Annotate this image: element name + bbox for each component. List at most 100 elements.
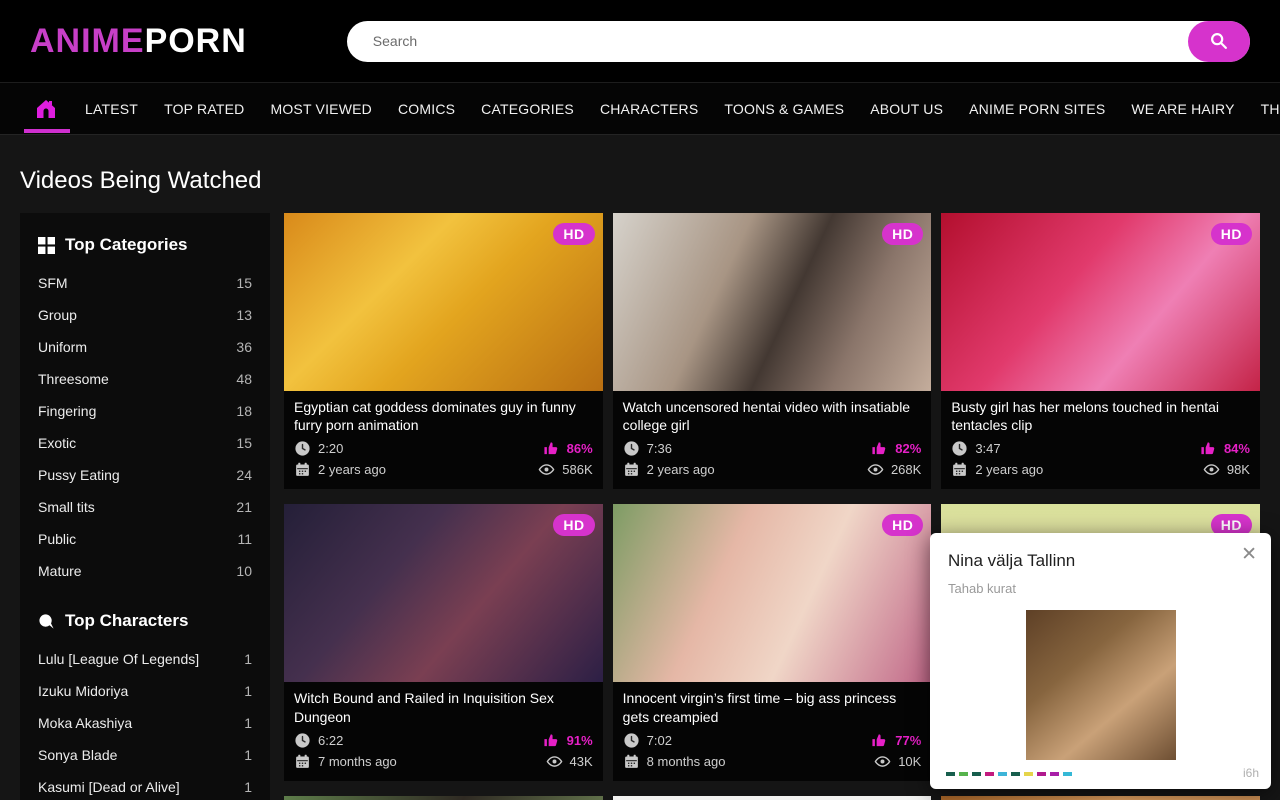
video-meta: Witch Bound and Railed in Inquisition Se… [284, 682, 603, 780]
video-duration: 2:20 [318, 441, 343, 456]
video-title[interactable]: Egyptian cat goddess dominates guy in fu… [294, 398, 593, 434]
video-thumbnail[interactable]: HD [284, 213, 603, 391]
video-duration: 3:47 [975, 441, 1000, 456]
top-characters-title: Top Characters [65, 611, 188, 631]
video-like-percent: 86% [567, 441, 593, 456]
nav-item-about-us[interactable]: ABOUT US [857, 101, 956, 117]
nav-item-toons-games[interactable]: TOONS & GAMES [711, 101, 857, 117]
nav-item-latest[interactable]: LATEST [72, 101, 151, 117]
top-categories-heading: Top Categories [38, 235, 252, 255]
ad-popup-title[interactable]: Nina välja Tallinn [948, 551, 1253, 571]
calendar-icon [623, 461, 640, 478]
video-like-percent: 84% [1224, 441, 1250, 456]
video-thumbnail[interactable]: HD [613, 213, 932, 391]
sidebar-item-small-tits[interactable]: Small tits21 [38, 491, 252, 523]
video-title[interactable]: Witch Bound and Railed in Inquisition Se… [294, 689, 593, 725]
sidebar-item-group[interactable]: Group13 [38, 299, 252, 331]
nav-item-we-are-hairy[interactable]: WE ARE HAIRY [1118, 101, 1247, 117]
sidebar-item-sfm[interactable]: SFM15 [38, 267, 252, 299]
search-button[interactable] [1188, 21, 1250, 62]
nav-item-categories[interactable]: CATEGORIES [468, 101, 587, 117]
calendar-icon [623, 753, 640, 770]
video-like-percent: 91% [567, 733, 593, 748]
video-card[interactable]: HD [613, 796, 932, 800]
video-age: 2 years ago [318, 462, 386, 477]
header: ANIMEPORN [0, 0, 1280, 83]
ad-timestamp: i6h [1243, 766, 1259, 780]
page-title: Videos Being Watched [20, 167, 1260, 195]
video-thumbnail[interactable]: HD [613, 504, 932, 682]
video-thumbnail[interactable]: HD [941, 213, 1260, 391]
hd-badge: HD [882, 514, 923, 536]
sidebar-item-izuku-midoriya[interactable]: Izuku Midoriya1 [38, 675, 252, 707]
sidebar-item-uniform[interactable]: Uniform36 [38, 331, 252, 363]
video-meta: Busty girl has her melons touched in hen… [941, 391, 1260, 489]
sidebar-item-mature[interactable]: Mature10 [38, 555, 252, 587]
thumbs-up-icon [543, 440, 560, 457]
clock-icon [623, 440, 640, 457]
sidebar-item-public[interactable]: Public11 [38, 523, 252, 555]
eye-icon [874, 753, 891, 770]
sidebar-item-sonya-blade[interactable]: Sonya Blade1 [38, 739, 252, 771]
clock-icon [623, 732, 640, 749]
sidebar: Top Categories SFM15 Group13 Uniform36 T… [20, 213, 270, 800]
video-card[interactable]: HD Innocent virgin’s first time – big as… [613, 504, 932, 780]
video-age: 2 years ago [975, 462, 1043, 477]
hd-badge: HD [553, 223, 594, 245]
video-views: 98K [1227, 462, 1250, 477]
video-like-percent: 82% [895, 441, 921, 456]
video-card[interactable]: HD Witch Bound and Railed in Inquisition… [284, 504, 603, 780]
nav-item-theporndude[interactable]: THEPORNDUDE [1248, 101, 1280, 117]
top-categories-title: Top Categories [65, 235, 187, 255]
search-input[interactable] [347, 21, 1250, 62]
video-age: 2 years ago [647, 462, 715, 477]
clock-icon [951, 440, 968, 457]
sidebar-item-lulu[interactable]: Lulu [League Of Legends]1 [38, 643, 252, 675]
thumbs-up-icon [871, 732, 888, 749]
video-title[interactable]: Busty girl has her melons touched in hen… [951, 398, 1250, 434]
search-icon [1208, 30, 1230, 52]
hd-badge: HD [882, 223, 923, 245]
video-views: 586K [562, 462, 592, 477]
sidebar-item-pussy-eating[interactable]: Pussy Eating24 [38, 459, 252, 491]
video-card[interactable]: HD Watch uncensored hentai video with in… [613, 213, 932, 489]
video-age: 7 months ago [318, 754, 397, 769]
video-thumbnail[interactable] [284, 796, 603, 800]
video-card[interactable]: HD Busty girl has her melons touched in … [941, 213, 1260, 489]
video-card[interactable] [284, 796, 603, 800]
nav-item-top-rated[interactable]: TOP RATED [151, 101, 257, 117]
eye-icon [867, 461, 884, 478]
nav-item-comics[interactable]: COMICS [385, 101, 468, 117]
sidebar-item-kasumi[interactable]: Kasumi [Dead or Alive]1 [38, 771, 252, 800]
logo-part-anime: ANIME [30, 22, 145, 60]
video-card[interactable]: HD [941, 796, 1260, 800]
hd-badge: HD [553, 514, 594, 536]
site-logo[interactable]: ANIMEPORN [30, 22, 247, 61]
video-meta: Innocent virgin’s first time – big ass p… [613, 682, 932, 780]
sidebar-item-moka-akashiya[interactable]: Moka Akashiya1 [38, 707, 252, 739]
video-title[interactable]: Watch uncensored hentai video with insat… [623, 398, 922, 434]
video-duration: 6:22 [318, 733, 343, 748]
ad-popup: ✕ Nina välja Tallinn Tahab kurat i6h [930, 533, 1271, 789]
ad-photo[interactable] [1026, 610, 1176, 760]
thumbs-up-icon [871, 440, 888, 457]
nav-item-anime-porn-sites[interactable]: ANIME PORN SITES [956, 101, 1118, 117]
video-card[interactable]: HD Egyptian cat goddess dominates guy in… [284, 213, 603, 489]
video-thumbnail[interactable]: HD [284, 504, 603, 682]
nav-item-most-viewed[interactable]: MOST VIEWED [257, 101, 385, 117]
nav-item-characters[interactable]: CHARACTERS [587, 101, 711, 117]
ad-brand-dashes [946, 772, 1072, 776]
sidebar-item-exotic[interactable]: Exotic15 [38, 427, 252, 459]
sidebar-item-threesome[interactable]: Threesome48 [38, 363, 252, 395]
video-title[interactable]: Innocent virgin’s first time – big ass p… [623, 689, 922, 725]
video-thumbnail[interactable]: HD [941, 796, 1260, 800]
eye-icon [1203, 461, 1220, 478]
nav-home[interactable] [20, 83, 72, 135]
clock-icon [294, 732, 311, 749]
eye-icon [538, 461, 555, 478]
eye-icon [546, 753, 563, 770]
video-thumbnail[interactable]: HD [613, 796, 932, 800]
sidebar-item-fingering[interactable]: Fingering18 [38, 395, 252, 427]
close-icon[interactable]: ✕ [1237, 541, 1261, 568]
ad-popup-subtitle: Tahab kurat [948, 581, 1253, 596]
